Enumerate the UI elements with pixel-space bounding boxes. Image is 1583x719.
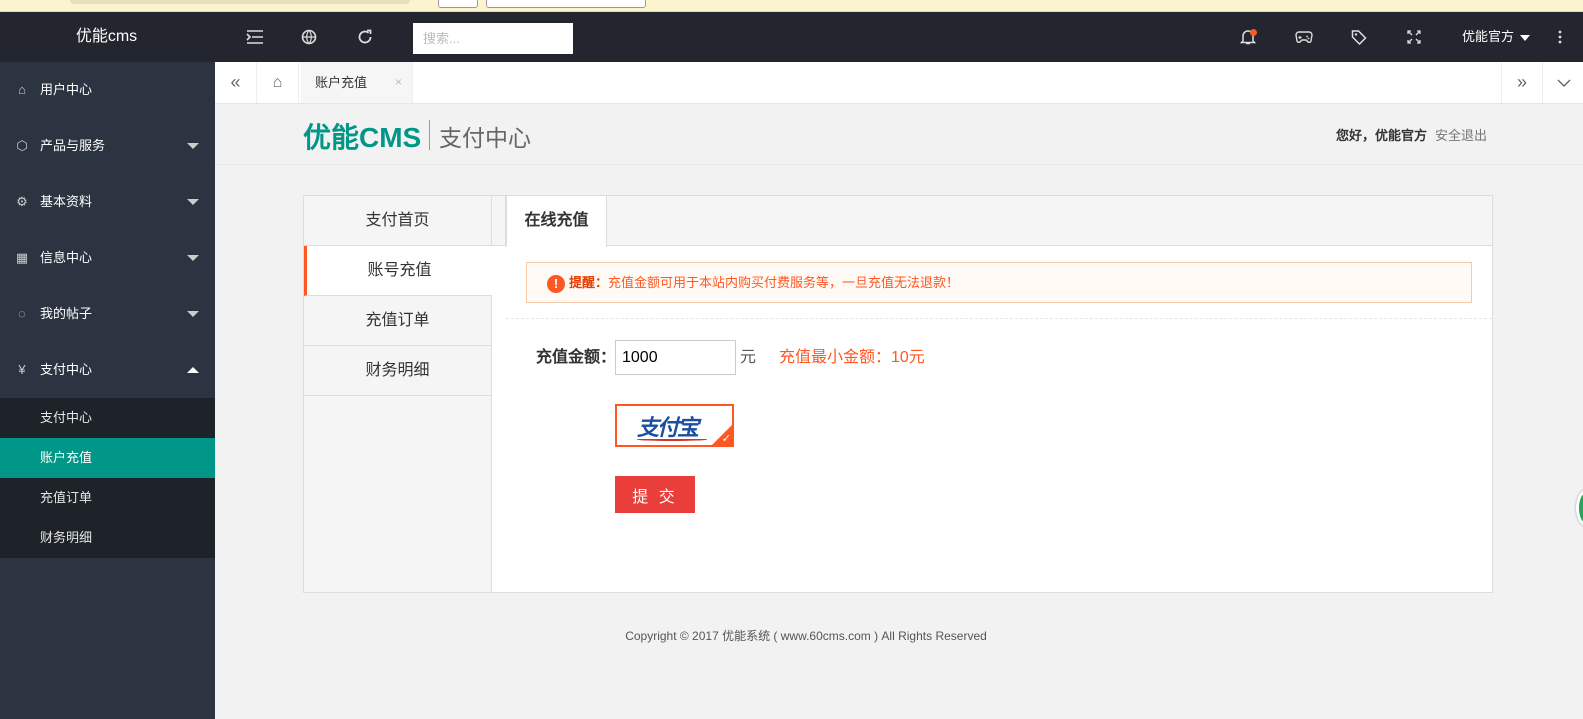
chat-icon: ◌	[18, 306, 26, 321]
sidebar-item-products[interactable]: ⬡ 产品与服务	[0, 118, 215, 174]
user-menu[interactable]: 优能官方	[1462, 12, 1531, 62]
sidebar-item-label: 基本资料	[40, 194, 93, 209]
tab-bar: « ⌂ 账户充值 × »	[215, 62, 1583, 104]
notice-title: 提醒：	[569, 275, 609, 290]
notice-text: 充值金额可用于本站内购买付费服务等，一旦充值无法退款！	[608, 275, 960, 290]
fullscreen-icon[interactable]	[1394, 12, 1434, 62]
close-icon[interactable]: ×	[395, 62, 402, 103]
sidebar-item-label: 我的帖子	[40, 306, 93, 321]
sidebar-subitem-orders[interactable]: 充值订单	[0, 478, 215, 518]
payment-panel: 支付首页 账号充值 充值订单 财务明细 在线充值 ! 提醒：充值金额可用于本站内购…	[303, 195, 1493, 593]
chevron-up-icon	[187, 367, 199, 373]
brand-logo: 优能CMS	[303, 122, 422, 153]
amount-unit: 元	[740, 349, 757, 366]
chevron-down-icon	[187, 199, 199, 205]
amount-input[interactable]	[615, 340, 736, 375]
sidebar-item-user-center[interactable]: ⌂ 用户中心	[0, 62, 215, 118]
menu-finance-details[interactable]: 财务明细	[304, 346, 491, 396]
copyright-text: Copyright © 2017 优能系统 ( www.60cms.com ) …	[625, 629, 987, 643]
infobar-field[interactable]	[486, 0, 646, 8]
check-icon: ✓	[721, 433, 731, 445]
tab-label: 账户充值	[315, 75, 368, 90]
content-tabs: 在线充值	[492, 196, 1492, 247]
sidebar-item-posts[interactable]: ◌ 我的帖子	[0, 286, 215, 342]
infobar-text-blur	[70, 0, 410, 4]
notification-dot	[1250, 29, 1257, 36]
alipay-option[interactable]: 支付宝 ✓	[615, 404, 734, 447]
divider	[506, 318, 1492, 319]
sidebar-subitem-payment-home[interactable]: 支付中心	[0, 398, 215, 438]
menu-fold-icon[interactable]	[235, 12, 275, 62]
payment-left-menu: 支付首页 账号充值 充值订单 财务明细	[304, 196, 492, 592]
globe-icon[interactable]	[289, 12, 329, 62]
sidebar-item-label: 产品与服务	[40, 138, 106, 153]
sidebar-subitem-finance[interactable]: 财务明细	[0, 518, 215, 558]
brand-divider	[429, 120, 430, 150]
menu-payment-home[interactable]: 支付首页	[304, 196, 491, 246]
greeting-text: 您好，优能官方	[1335, 128, 1427, 143]
gear-icon: ⚙	[16, 194, 28, 209]
copyright: Copyright © 2017 优能系统 ( www.60cms.com ) …	[215, 627, 1583, 644]
apps-icon: ▦	[15, 250, 29, 265]
yen-icon: ¥	[18, 362, 26, 377]
sidebar-item-label: 用户中心	[40, 82, 93, 97]
refresh-icon[interactable]	[345, 12, 385, 62]
sidebar: ⌂ 用户中心 ⬡ 产品与服务 ⚙ 基本资料 ▦ 信息中心 ◌ 我的帖子 ¥ 支付…	[0, 62, 215, 719]
min-amount-hint: 充值最小金额：10元	[779, 349, 925, 366]
home-tab-icon[interactable]: ⌂	[257, 62, 299, 103]
chevron-down-icon	[1520, 34, 1531, 41]
bell-icon[interactable]	[1228, 12, 1268, 62]
brand-subtitle: 支付中心	[439, 125, 531, 151]
sidebar-subitem-recharge[interactable]: 账户充值	[0, 438, 215, 478]
chevron-down-icon[interactable]	[1543, 62, 1583, 103]
search-input[interactable]	[413, 23, 573, 54]
scroll-right-icon[interactable]: »	[1501, 62, 1543, 103]
chevron-down-icon	[187, 143, 199, 149]
user-name: 优能官方	[1462, 29, 1515, 44]
box-icon: ⬡	[16, 138, 28, 153]
sidebar-item-label: 支付中心	[40, 362, 93, 377]
tab-recharge[interactable]: 账户充值 ×	[301, 62, 413, 103]
browser-infobar	[0, 0, 1583, 12]
sidebar-item-payment[interactable]: ¥ 支付中心	[0, 342, 215, 398]
menu-recharge-orders[interactable]: 充值订单	[304, 296, 491, 346]
home-icon: ⌂	[18, 82, 26, 97]
logout-link[interactable]: 安全退出	[1435, 128, 1487, 143]
menu-account-recharge[interactable]: 账号充值	[304, 246, 492, 296]
amount-label: 充值金额：	[536, 349, 617, 366]
submit-button[interactable]: 提 交	[615, 476, 695, 513]
sidebar-item-profile[interactable]: ⚙ 基本资料	[0, 174, 215, 230]
chevron-down-icon	[187, 311, 199, 317]
sidebar-item-label: 信息中心	[40, 250, 93, 265]
gamepad-icon[interactable]	[1284, 12, 1324, 62]
more-vertical-icon[interactable]	[1548, 12, 1572, 62]
top-header: 优能cms 优能官方	[0, 12, 1583, 62]
chevron-down-icon	[187, 255, 199, 261]
payment-page: 优能CMS 支付中心 您好，优能官方 安全退出 支付首页 账号充值 充值订单 财务…	[215, 104, 1583, 719]
sidebar-item-messages[interactable]: ▦ 信息中心	[0, 230, 215, 286]
tab-online-recharge[interactable]: 在线充值	[506, 196, 607, 247]
app-logo[interactable]: 优能cms	[0, 12, 213, 62]
greeting: 您好，优能官方 安全退出	[1336, 125, 1487, 144]
alipay-logo-underline	[637, 438, 707, 441]
tab-edge	[492, 196, 506, 246]
sidebar-subnav: 支付中心 账户充值 充值订单 财务明细	[0, 398, 215, 558]
tag-icon[interactable]	[1339, 12, 1379, 62]
infobar-button[interactable]	[438, 0, 478, 8]
warning-icon: !	[547, 274, 565, 293]
payment-header: 优能CMS 支付中心 您好，优能官方 安全退出	[215, 104, 1583, 165]
scroll-left-icon[interactable]: «	[215, 62, 257, 103]
notice-banner: ! 提醒：充值金额可用于本站内购买付费服务等，一旦充值无法退款！	[526, 262, 1472, 303]
